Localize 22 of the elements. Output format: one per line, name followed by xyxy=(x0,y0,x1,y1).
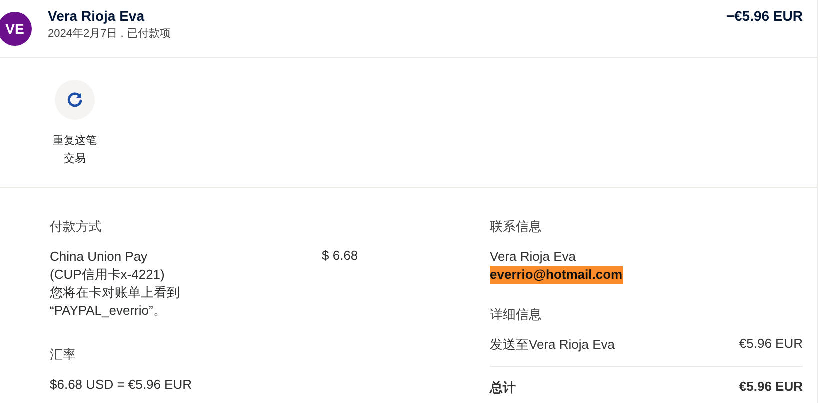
section-title: 付款方式 xyxy=(50,218,103,236)
repeat-transaction-button[interactable]: 重复这笔交易 xyxy=(50,80,100,187)
refresh-icon xyxy=(66,91,84,109)
contact-email: everrio@hotmail.com xyxy=(490,266,623,284)
detail-label: 总计 xyxy=(490,379,516,397)
contact-name: Vera Rioja Eva xyxy=(490,248,577,266)
avatar: VE xyxy=(0,12,32,46)
detail-value: €5.96 EUR xyxy=(739,336,803,353)
detail-label: 发送至Vera Rioja Eva xyxy=(490,336,615,354)
detail-value: €5.96 EUR xyxy=(739,379,803,396)
payment-amount: $ 6.68 xyxy=(322,248,358,265)
statement-note: 您将在卡对账单上看到 xyxy=(50,284,181,302)
transaction-amount: −€5.96 EUR xyxy=(726,8,803,24)
section-title: 汇率 xyxy=(50,346,77,364)
transaction-date: 2024年2月7日 . 已付款项 xyxy=(48,27,172,41)
statement-descriptor: “PAYPAL_everrio”。 xyxy=(50,302,168,320)
card-info: (CUP信用卡x-4221) xyxy=(50,266,166,284)
section-title: 详细信息 xyxy=(490,306,543,324)
exchange-rate: $6.68 USD = €5.96 EUR xyxy=(50,376,193,394)
section-title: 联系信息 xyxy=(490,218,543,236)
payment-method: China Union Pay xyxy=(50,248,149,266)
contact-name: Vera Rioja Eva xyxy=(48,8,146,24)
